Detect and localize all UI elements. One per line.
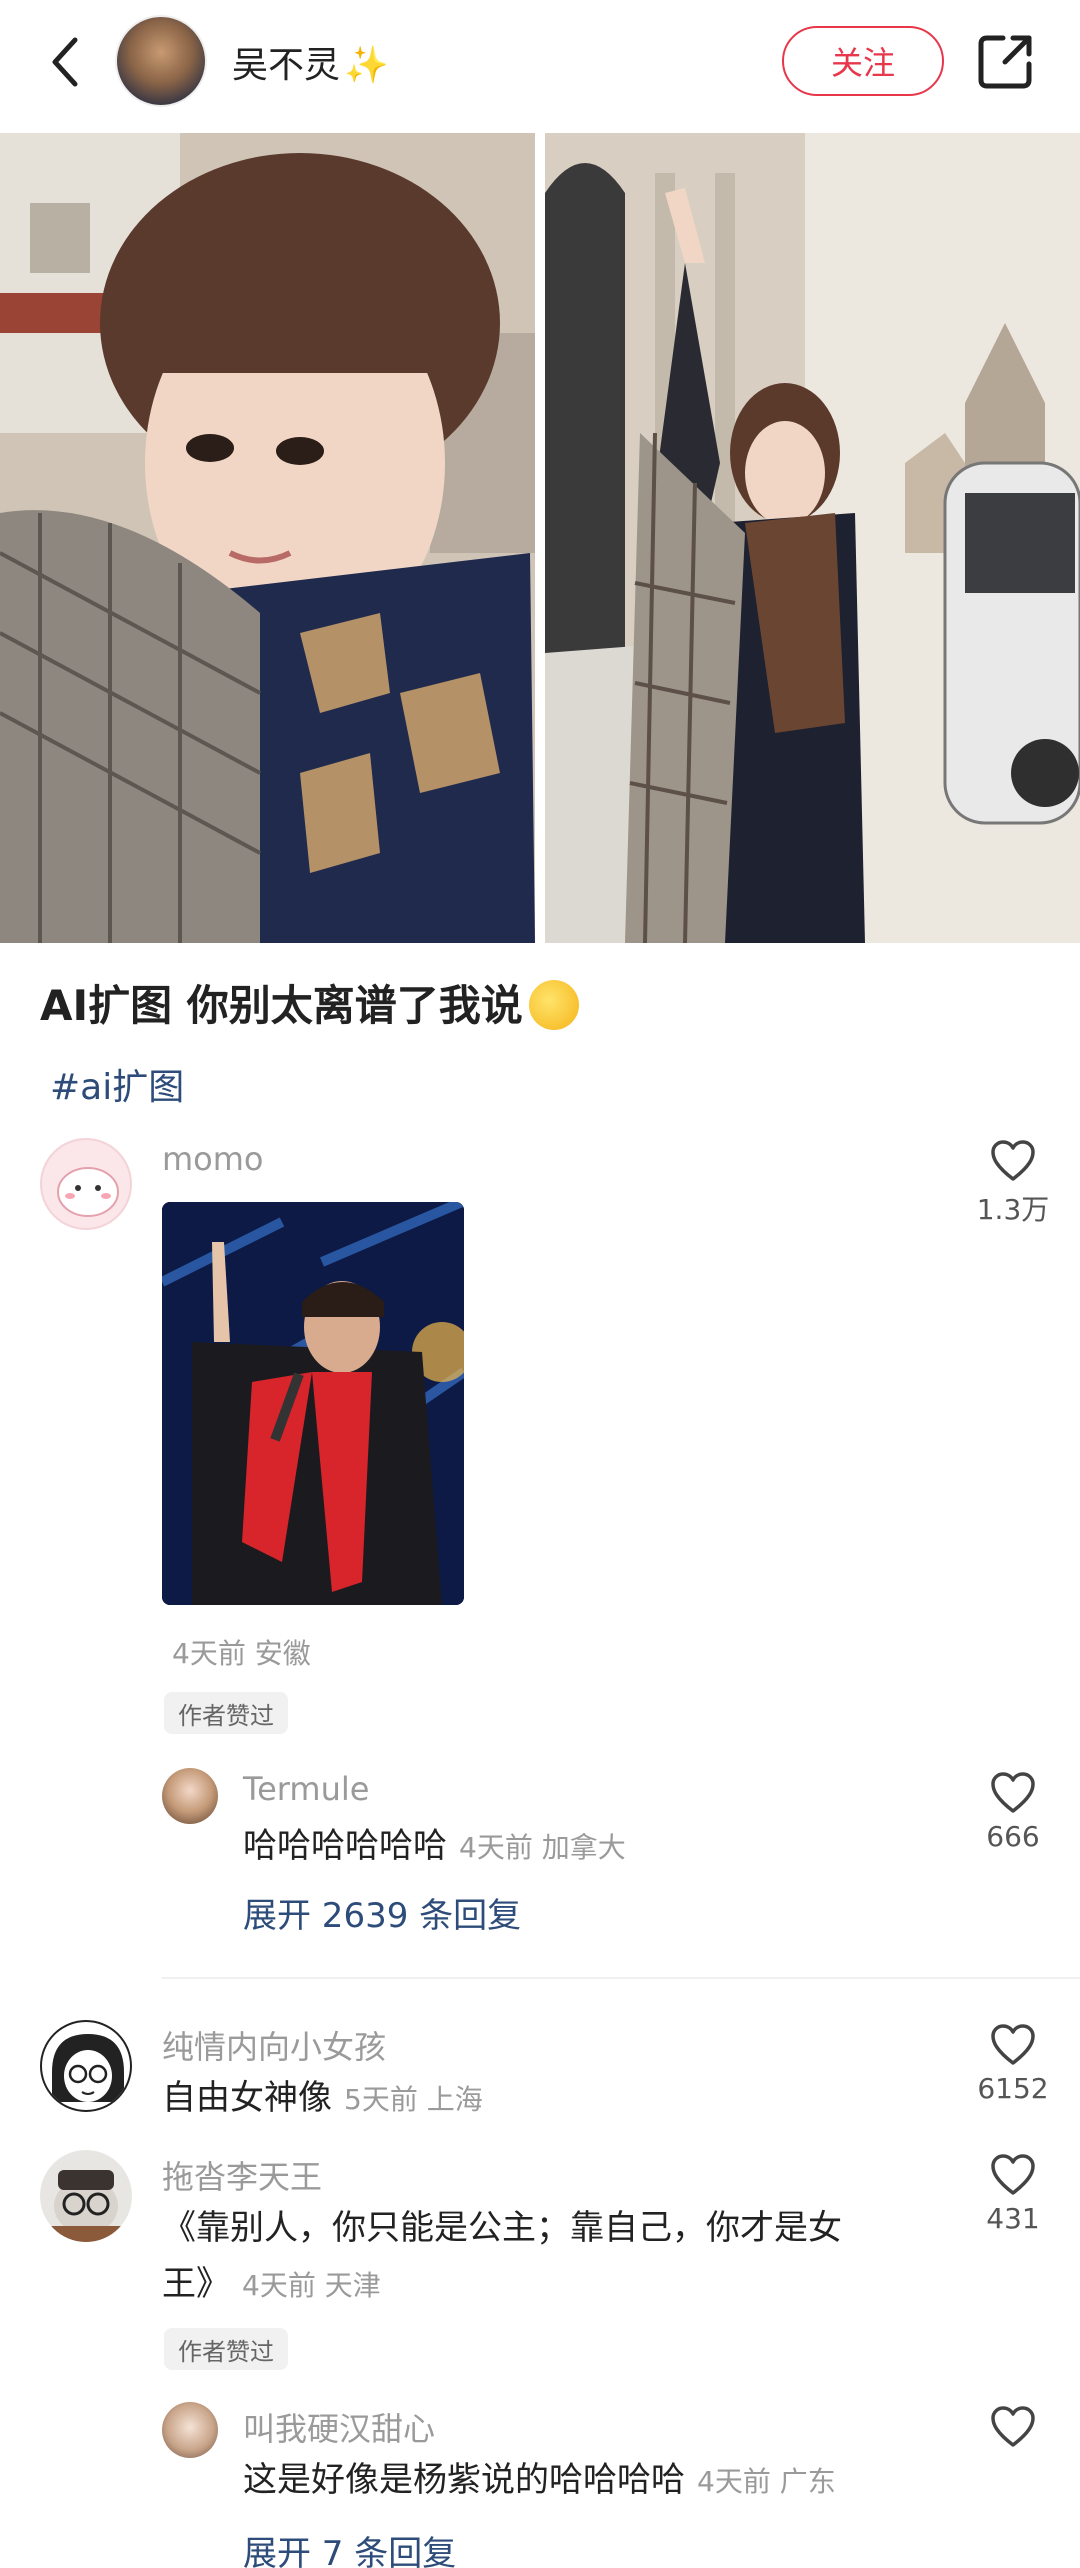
like-button[interactable]: 6152 (973, 2024, 1053, 2105)
expand-replies-link[interactable]: 展开 2639 条回复 (243, 1888, 521, 1937)
like-button[interactable] (973, 2406, 1053, 2448)
reply-meta: 4天前 加拿大 (459, 1831, 626, 1864)
author-name[interactable]: 吴不灵 ✨ (232, 36, 389, 88)
post-photo-left[interactable] (0, 133, 535, 943)
author-name-text: 吴不灵 (232, 45, 341, 86)
back-button[interactable] (36, 30, 92, 94)
sparkle-icon: ✨ (344, 45, 389, 86)
comment-text-body: 王》 (162, 2264, 230, 2304)
top-bar: 吴不灵 ✨ 关注 (0, 0, 1080, 130)
sweat-smile-emoji-icon (528, 979, 579, 1030)
comment-meta: 4天前 天津 (242, 2269, 381, 2302)
comment-author[interactable]: 纯情内向小女孩 (162, 2022, 386, 2068)
follow-button[interactable]: 关注 (782, 26, 944, 96)
like-count: 6152 (977, 2072, 1049, 2105)
comment-meta: 4天前 安徽 (172, 1637, 311, 1670)
author-avatar[interactable] (115, 15, 207, 107)
heart-icon (991, 1140, 1035, 1181)
share-icon (978, 35, 1032, 89)
reply-text: 这是好像是杨紫说的哈哈哈哈 4天前 广东 (243, 2452, 836, 2510)
photo-right-illustration (545, 133, 1080, 943)
like-count: 1.3万 (976, 1193, 1050, 1226)
like-button[interactable]: 431 (973, 2154, 1053, 2235)
comment-image-illustration (162, 1202, 464, 1605)
comment-avatar[interactable] (40, 2020, 132, 2112)
reply-text-body: 这是好像是杨紫说的哈哈哈哈 (243, 2460, 685, 2500)
heart-icon (991, 2024, 1035, 2065)
author-liked-badge: 作者赞过 (164, 2328, 288, 2370)
reply-author[interactable]: 叫我硬汉甜心 (243, 2404, 435, 2450)
comment-text-line2: 王》 4天前 天津 (162, 2256, 381, 2314)
post-photo-right[interactable] (545, 133, 1080, 943)
cat-glasses-avatar-icon (50, 2170, 122, 2242)
post-title: AI扩图 你别太离谱了我说 (40, 972, 579, 1034)
share-button[interactable] (975, 30, 1037, 92)
like-button[interactable]: 666 (973, 1772, 1053, 1853)
comment-meta: 5天前 上海 (344, 2083, 483, 2116)
reply-avatar[interactable] (162, 2402, 218, 2458)
comment-author[interactable]: momo (162, 1140, 264, 1178)
like-count: 431 (986, 2202, 1040, 2235)
cartoon-girl-avatar-icon (52, 2034, 124, 2102)
expand-replies-link[interactable]: 展开 7 条回复 (243, 2526, 456, 2568)
comment-image[interactable] (162, 1202, 464, 1605)
reply-author[interactable]: Termule (243, 1770, 369, 1808)
heart-icon (991, 1772, 1035, 1813)
reply-text-body: 哈哈哈哈哈哈 (243, 1826, 447, 1866)
post-title-text: AI扩图 你别太离谱了我说 (40, 981, 523, 1030)
comment-avatar[interactable] (40, 2150, 132, 2242)
heart-icon (991, 2154, 1035, 2195)
comment-text: 自由女神像 5天前 上海 (162, 2070, 483, 2128)
hashtag-link[interactable]: #ai扩图 (50, 1058, 184, 1110)
heart-icon (991, 2406, 1035, 2447)
reply-text: 哈哈哈哈哈哈 4天前 加拿大 (243, 1818, 626, 1876)
comment-avatar[interactable] (40, 1138, 132, 1230)
reply-meta: 4天前 广东 (697, 2465, 836, 2498)
comment-author[interactable]: 拖沓李天王 (162, 2152, 322, 2198)
like-button[interactable]: 1.3万 (973, 1140, 1053, 1228)
like-count: 666 (986, 1820, 1040, 1853)
comment-text-line1: 《靠别人，你只能是公主；靠自己，你才是女 (162, 2208, 842, 2248)
photo-left-illustration (0, 133, 535, 943)
bunny-avatar-icon (57, 1167, 119, 1217)
chevron-left-icon (52, 37, 78, 87)
comment-text-body: 自由女神像 (162, 2078, 332, 2118)
author-liked-badge: 作者赞过 (164, 1692, 288, 1734)
reply-avatar[interactable] (162, 1768, 218, 1824)
comment-divider (162, 1977, 1080, 1979)
